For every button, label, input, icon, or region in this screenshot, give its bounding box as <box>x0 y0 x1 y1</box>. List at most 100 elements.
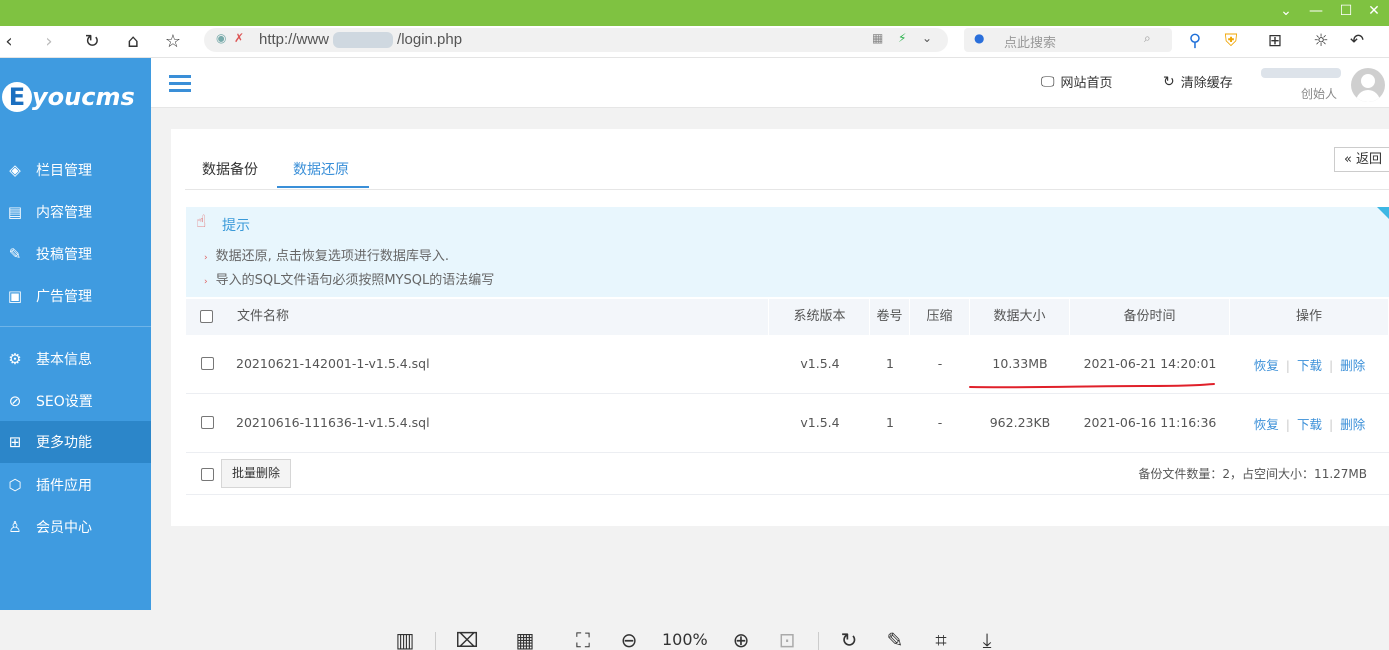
cell-volume: 1 <box>886 415 894 430</box>
content-panel: 数据备份 数据还原 « 返回 ☝ 提示 › 数据还原, 点击恢复选项进行数据库导入… <box>171 129 1389 526</box>
sidebar-item-ads[interactable]: ▣ 广告管理 <box>0 275 151 317</box>
thumbnails-icon[interactable]: ▥ <box>392 628 418 650</box>
star-icon[interactable]: ☆ <box>160 28 186 54</box>
download-link[interactable]: 下载 <box>1297 358 1322 373</box>
lightning-icon[interactable]: ⚡ <box>898 31 906 45</box>
row-checkbox[interactable] <box>201 357 214 370</box>
refresh-icon[interactable]: ↻ <box>79 28 105 54</box>
undo-icon[interactable]: ↶ <box>1346 30 1368 52</box>
toolbar-divider <box>818 632 819 650</box>
download-link[interactable]: 下载 <box>1297 417 1322 432</box>
sidebar-item-more[interactable]: ⊞ 更多功能 <box>0 421 151 463</box>
fit-screen-icon[interactable]: ⛶ <box>570 628 596 650</box>
sidebar-item-submissions[interactable]: ✎ 投稿管理 <box>0 233 151 275</box>
forward-arrow-icon[interactable]: › <box>36 28 62 54</box>
select-all-checkbox[interactable] <box>200 310 213 323</box>
home-icon[interactable]: ⌂ <box>120 28 146 54</box>
crop-icon[interactable]: ⌗ <box>928 628 954 650</box>
ocr-icon[interactable]: ⌧ <box>454 628 480 650</box>
shield-icon[interactable]: ⛨ <box>1220 30 1242 52</box>
backup-summary: 备份文件数量：2，占空间大小：11.27MB <box>1138 467 1367 481</box>
delete-link[interactable]: 删除 <box>1340 358 1365 373</box>
cell-version: v1.5.4 <box>800 356 840 371</box>
table-header: 文件名称 系统版本 卷号 压缩 数据大小 备份时间 操作 <box>186 299 1389 335</box>
menu-toggle-icon[interactable] <box>169 75 191 93</box>
actual-size-icon[interactable]: ⊡ <box>774 628 800 650</box>
find-icon[interactable]: ⚲ <box>1184 30 1206 52</box>
grid-icon: ⊞ <box>8 433 22 451</box>
qr-code-icon[interactable]: ▦ <box>872 31 883 45</box>
user-role: 创始人 <box>1301 87 1338 101</box>
zoom-in-icon[interactable]: ⊕ <box>728 628 754 650</box>
address-bar[interactable]: ◉ ✗ http://www/login.php ▦ ⚡ ⌄ <box>204 28 948 52</box>
header: 🖵 网站首页 ↻ 清除缓存 创始人 <box>151 58 1389 108</box>
col-filename: 文件名称 <box>231 299 769 335</box>
site-info-icon[interactable]: ◉ <box>216 31 226 45</box>
search-icon[interactable]: ⌕ <box>1144 31 1151 46</box>
batch-delete-button[interactable]: 批量删除 <box>221 459 291 488</box>
cell-filename: 20210616-111636-1-v1.5.4.sql <box>236 415 430 430</box>
gear-icon: ⚙ <box>8 350 22 368</box>
apps-grid-icon[interactable]: ⊞ <box>1264 30 1286 52</box>
cell-time: 2021-06-16 11:16:36 <box>1083 415 1217 430</box>
col-ops: 操作 <box>1230 299 1389 335</box>
sidebar-item-seo[interactable]: ⊘ SEO设置 <box>0 380 151 422</box>
search-engine-icon[interactable]: ● <box>974 31 984 45</box>
cell-ops: 恢复 | 下载 | 删除 <box>1253 417 1366 432</box>
sidebar-item-members[interactable]: ♙ 会员中心 <box>0 506 151 548</box>
cell-compress: - <box>937 356 943 371</box>
rotate-icon[interactable]: ↻ <box>836 628 862 650</box>
minimize-icon[interactable]: — <box>1306 3 1326 19</box>
cell-compress: - <box>937 415 943 430</box>
search-box[interactable]: ● 点此搜索 ⌕ <box>964 28 1172 52</box>
seo-icon: ⊘ <box>8 392 22 410</box>
url-text[interactable]: http://www/login.php <box>259 31 462 49</box>
monitor-icon: 🖵 <box>1041 73 1055 90</box>
sidebar-item-columns[interactable]: ◈ 栏目管理 <box>0 149 151 191</box>
cell-volume: 1 <box>886 356 894 371</box>
col-time: 备份时间 <box>1070 299 1230 335</box>
annotate-icon[interactable]: ✎ <box>882 628 908 650</box>
avatar[interactable] <box>1351 68 1385 102</box>
back-arrow-icon[interactable]: ‹ <box>0 28 22 54</box>
edit-icon: ✎ <box>8 245 22 263</box>
select-all-checkbox-bottom[interactable] <box>201 468 214 481</box>
close-icon[interactable]: ✕ <box>1364 3 1384 19</box>
browser-toolbar: ‹ › ↻ ⌂ ☆ ◉ ✗ http://www/login.php ▦ ⚡ ⌄… <box>0 26 1389 58</box>
sidebar-item-basic-info[interactable]: ⚙ 基本信息 <box>0 338 151 380</box>
back-button[interactable]: « 返回 <box>1334 147 1389 172</box>
maximize-icon[interactable]: ☐ <box>1336 3 1356 19</box>
user-icon: ♙ <box>8 518 22 536</box>
sidebar-item-content[interactable]: ▤ 内容管理 <box>0 191 151 233</box>
zoom-out-icon[interactable]: ⊖ <box>616 628 642 650</box>
insecure-icon[interactable]: ✗ <box>234 31 244 45</box>
sidebar-item-plugins[interactable]: ⬡ 插件应用 <box>0 464 151 506</box>
annotation-underline <box>969 383 1215 389</box>
tab-restore[interactable]: 数据还原 <box>293 159 349 179</box>
cell-size: 962.23KB <box>989 415 1051 430</box>
restore-link[interactable]: 恢复 <box>1254 358 1279 373</box>
download-icon[interactable]: ⤓ <box>974 628 1000 650</box>
delete-link[interactable]: 删除 <box>1340 417 1365 432</box>
username-redacted <box>1261 68 1341 78</box>
col-volume: 卷号 <box>870 299 910 335</box>
chevron-down-icon[interactable]: ⌄ <box>1276 3 1296 19</box>
tab-backup[interactable]: 数据备份 <box>202 159 258 179</box>
chevron-down-icon[interactable]: ⌄ <box>922 31 932 45</box>
col-version: 系统版本 <box>770 299 870 335</box>
site-home-link[interactable]: 🖵 网站首页 <box>1041 72 1113 92</box>
restore-link[interactable]: 恢复 <box>1254 417 1279 432</box>
window-title-bar: ⌄ — ☐ ✕ <box>0 0 1389 26</box>
search-input[interactable]: 点此搜索 <box>1004 32 1056 51</box>
refresh-icon: ↻ <box>1163 73 1175 90</box>
toolbar-divider <box>435 632 436 650</box>
clear-cache-link[interactable]: ↻ 清除缓存 <box>1163 72 1233 92</box>
brightness-icon[interactable]: ☼ <box>1310 30 1332 52</box>
hand-pointer-icon: ☝ <box>196 212 207 232</box>
tips-corner <box>1377 207 1389 219</box>
viewer-toolbar: ▥ ⌧ ▦ ⛶ ⊖ 100% ⊕ ⊡ ↻ ✎ ⌗ ⤓ <box>0 610 1389 650</box>
document-icon: ▤ <box>7 203 23 221</box>
zoom-level: 100% <box>662 630 708 649</box>
row-checkbox[interactable] <box>201 416 214 429</box>
translate-icon[interactable]: ▦ <box>512 628 538 650</box>
